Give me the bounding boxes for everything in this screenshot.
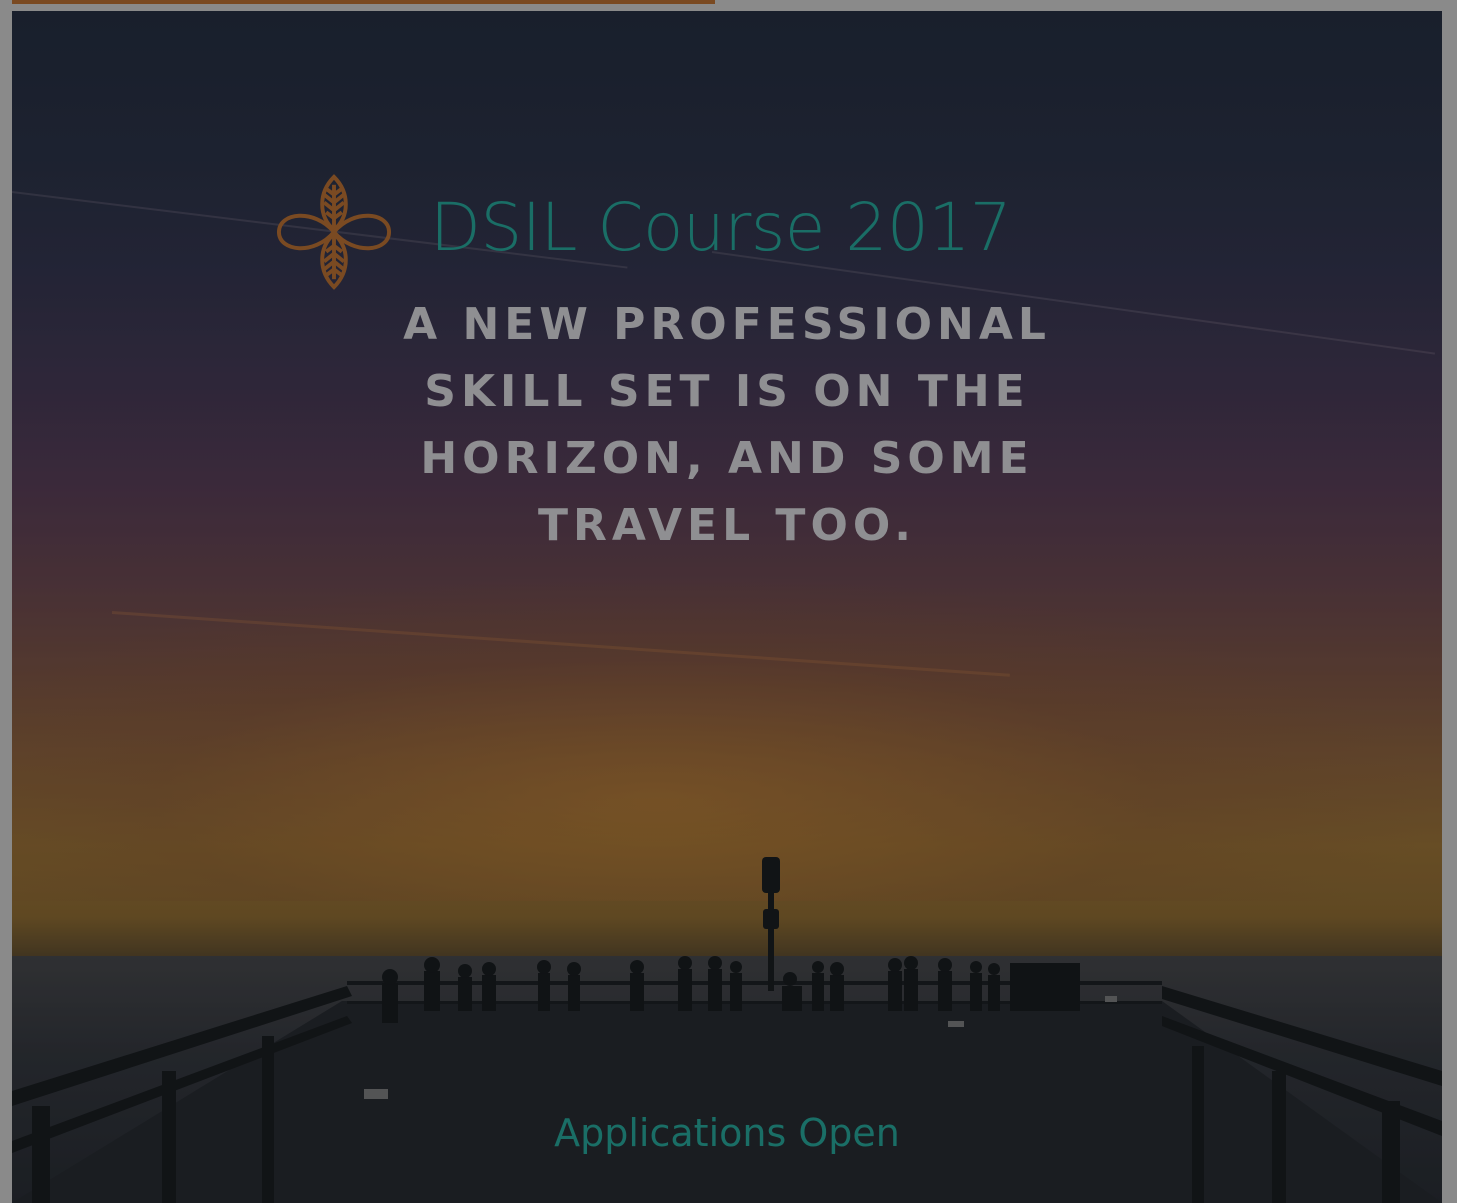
applications-open-text: Applications Open (554, 1111, 900, 1155)
headline-text: A NEW PROFESSIONAL SKILL SET IS ON THE H… (403, 299, 1051, 551)
course-title: DSIL Course 2017 (430, 189, 1012, 266)
quatrefoil-leaf-logo-icon (276, 174, 392, 290)
course-poster-image: DSIL Course 2017 A NEW PROFESSIONAL SKIL… (12, 11, 1442, 1203)
top-accent-bar (12, 0, 715, 4)
